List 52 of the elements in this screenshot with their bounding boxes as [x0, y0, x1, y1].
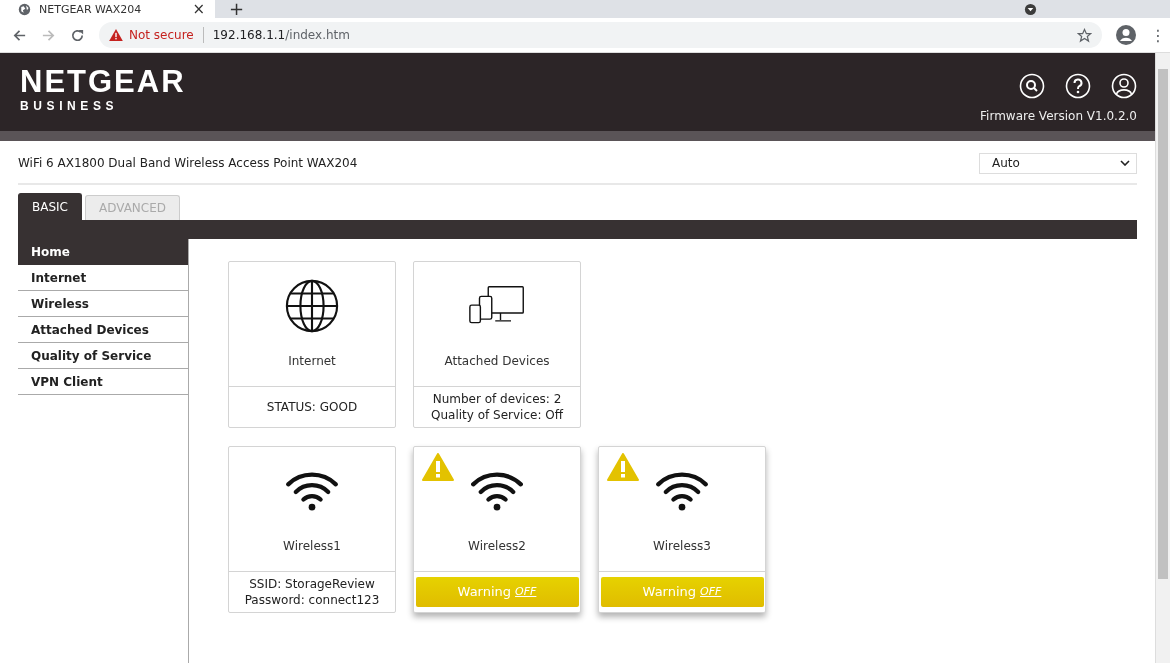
warning-icon	[109, 29, 123, 41]
tab-search-icon[interactable]	[1024, 2, 1037, 16]
firmware-version: Firmware Version V1.0.2.0	[980, 109, 1137, 123]
account-icon[interactable]	[1116, 25, 1136, 45]
tile-title: Wireless1	[283, 539, 341, 553]
warning-text: Warning	[642, 584, 697, 600]
tile-title: Wireless3	[653, 539, 711, 553]
sidebar-item[interactable]: Home	[18, 239, 188, 265]
status-text: Quality of Service: Off	[431, 407, 563, 423]
tile-title: Internet	[288, 354, 336, 368]
browser-menu-button[interactable]: ⋮	[1150, 25, 1162, 45]
close-tab-button[interactable]: ×	[192, 0, 205, 18]
brand-logo: NETGEAR	[20, 65, 186, 99]
wifi-icon	[470, 471, 524, 511]
scrollbar[interactable]	[1155, 53, 1170, 663]
tile-title: Attached Devices	[444, 354, 550, 368]
new-tab-button[interactable]: +	[229, 0, 245, 18]
nav-tab[interactable]: BASIC	[18, 193, 82, 220]
tab-title: NETGEAR WAX204	[39, 2, 142, 16]
url-text: 192.168.1.1/index.htm	[212, 28, 350, 42]
user-icon[interactable]	[1111, 73, 1137, 99]
tile-title: Wireless2	[468, 539, 526, 553]
language-select[interactable]: Auto	[979, 152, 1137, 174]
status-text: Number of devices: 2	[432, 391, 562, 407]
status-text: STATUS: GOOD	[266, 399, 358, 415]
search-icon[interactable]	[1019, 73, 1045, 99]
product-name: WiFi 6 AX1800 Dual Band Wireless Access Point WAX204	[18, 156, 358, 170]
wifi-icon	[285, 471, 339, 511]
brand-subtitle: BUSINESS	[20, 99, 120, 113]
dashboard-tile[interactable]: Attached Devices Number of devices: 2 Quality of Service: Off	[413, 261, 581, 428]
browser-tab[interactable]: NETGEAR WAX204 ×	[0, 0, 215, 18]
status-text: SSID: StorageReview	[249, 576, 375, 592]
chevron-down-icon	[1120, 160, 1130, 166]
status-text: Password: connect123	[244, 592, 380, 608]
sidebar-item[interactable]: Quality of Service	[18, 343, 189, 369]
globe-icon	[284, 278, 340, 334]
warning-text: Warning	[457, 584, 512, 600]
security-label: Not secure	[129, 28, 194, 42]
dashboard-tile[interactable]: Internet STATUS: GOOD	[228, 261, 396, 428]
sidebar-item[interactable]: VPN Client	[18, 369, 189, 395]
reload-icon[interactable]	[70, 27, 85, 43]
star-icon[interactable]	[1077, 27, 1092, 43]
dashboard-tile[interactable]: Wireless2 Warning OFF	[413, 446, 581, 613]
address-bar[interactable]: Not secure 192.168.1.1/index.htm	[99, 22, 1102, 48]
sidebar-item[interactable]: Wireless	[18, 291, 189, 317]
globe-icon	[18, 2, 31, 16]
dashboard-tile[interactable]: Wireless3 Warning OFF	[598, 446, 766, 613]
help-icon[interactable]	[1065, 73, 1091, 99]
dashboard-tile[interactable]: Wireless1 SSID: StorageReview Password: connect123	[228, 446, 396, 613]
sidebar-item[interactable]: Internet	[18, 265, 189, 291]
sidebar-item[interactable]: Attached Devices	[18, 317, 189, 343]
wifi-icon	[655, 471, 709, 511]
